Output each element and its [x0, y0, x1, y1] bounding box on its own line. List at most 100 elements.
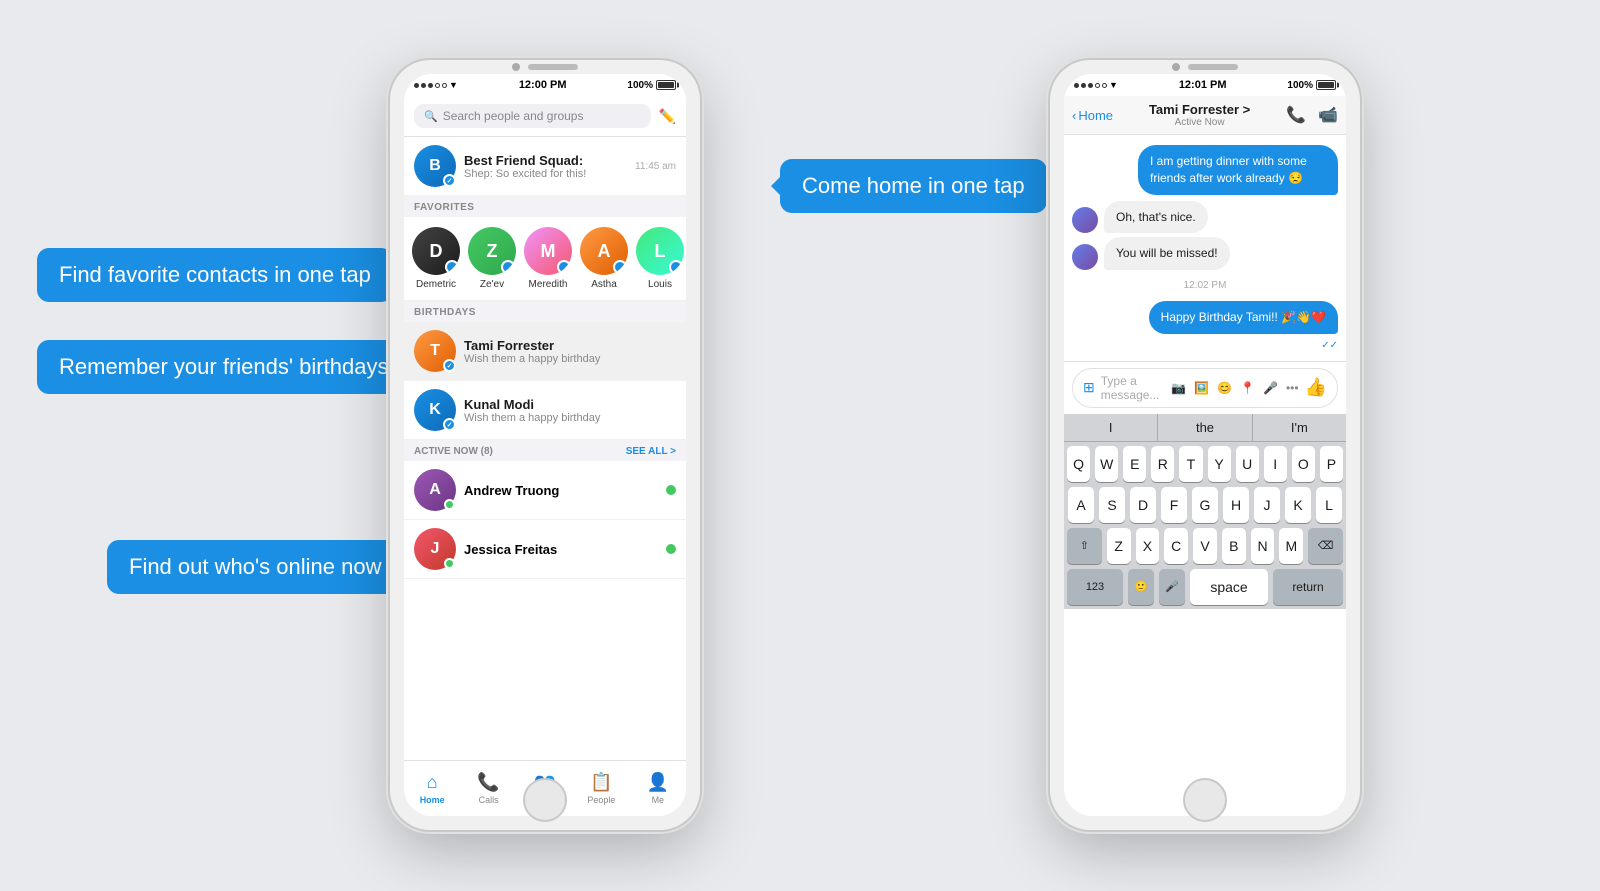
phone-home-button-left[interactable] [523, 778, 567, 822]
fav-item-meredith[interactable]: M Meredith [524, 227, 572, 290]
key-j[interactable]: J [1254, 487, 1280, 523]
birthday-info-kunal: Kunal Modi Wish them a happy birthday [464, 397, 676, 424]
key-mic[interactable]: 🎤 [1159, 569, 1185, 605]
fav-item-louis[interactable]: L Louis [636, 227, 684, 290]
key-n[interactable]: N [1251, 528, 1275, 564]
active-name-jessica: Jessica Freitas [464, 542, 658, 557]
key-return[interactable]: return [1273, 569, 1343, 605]
key-l[interactable]: L [1316, 487, 1342, 523]
apps-icon[interactable]: ⊞ [1083, 379, 1095, 396]
pred-word-im[interactable]: I'm [1253, 414, 1346, 441]
key-t[interactable]: T [1179, 446, 1202, 482]
birthday-item-kunal[interactable]: K ✓ Kunal Modi Wish them a happy birthda… [404, 381, 686, 440]
fav-item-astha[interactable]: A Astha [580, 227, 628, 290]
key-shift[interactable]: ⇧ [1067, 528, 1102, 564]
key-c[interactable]: C [1164, 528, 1188, 564]
call-icon[interactable]: 📞 [1286, 105, 1306, 125]
key-s[interactable]: S [1099, 487, 1125, 523]
fav-item-zeev[interactable]: Z Ze'ev [468, 227, 516, 290]
keyboard: Q W E R T Y U I O P A S D F G H J K L [1064, 442, 1346, 609]
key-z[interactable]: Z [1107, 528, 1131, 564]
phone-right: ▼ 12:01 PM 100% ‹ Home Tami Forrester > … [1050, 60, 1360, 830]
key-w[interactable]: W [1095, 446, 1118, 482]
active-item-jessica[interactable]: J Jessica Freitas [404, 520, 686, 579]
message-input-area[interactable]: ⊞ Type a message... 📷 🖼️ 😊 📍 🎤 ••• 👍 [1064, 361, 1346, 414]
back-label: Home [1078, 108, 1113, 123]
key-f[interactable]: F [1161, 487, 1187, 523]
emoji-icon[interactable]: 😊 [1217, 381, 1232, 395]
search-bar[interactable]: 🔍 Search people and groups ✏️ [404, 96, 686, 137]
video-icon[interactable]: 📹 [1318, 105, 1338, 125]
pred-word-i[interactable]: I [1064, 414, 1158, 441]
search-input[interactable]: 🔍 Search people and groups [414, 104, 651, 128]
fav-avatar-astha: A [580, 227, 628, 275]
fav-badge-zeev [501, 260, 515, 274]
fav-name-meredith: Meredith [529, 279, 568, 290]
image-icon[interactable]: 🖼️ [1194, 381, 1209, 395]
key-h[interactable]: H [1223, 487, 1249, 523]
more-icon[interactable]: ••• [1286, 381, 1299, 395]
phone-screen-right: ▼ 12:01 PM 100% ‹ Home Tami Forrester > … [1064, 74, 1346, 816]
active-avatar-jessica: J [414, 528, 456, 570]
key-m[interactable]: M [1279, 528, 1303, 564]
key-space[interactable]: space [1190, 569, 1268, 605]
fav-badge-astha [613, 260, 627, 274]
section-label-birthdays: BIRTHDAYS [414, 307, 476, 318]
key-a[interactable]: A [1068, 487, 1094, 523]
key-x[interactable]: X [1136, 528, 1160, 564]
favorites-row: D Demetric Z Ze'ev M Meredith [404, 217, 686, 301]
key-r[interactable]: R [1151, 446, 1174, 482]
key-i[interactable]: I [1264, 446, 1287, 482]
chat-item-squad[interactable]: B ✓ Best Friend Squad: Shep: So excited … [404, 137, 686, 196]
key-d[interactable]: D [1130, 487, 1156, 523]
back-button[interactable]: ‹ Home [1072, 108, 1113, 123]
fav-item-demetric[interactable]: D Demetric [412, 227, 460, 290]
birthday-info-tami: Tami Forrester Wish them a happy birthda… [464, 338, 676, 365]
key-b[interactable]: B [1222, 528, 1246, 564]
tab-home[interactable]: ⌂ Home [404, 772, 460, 805]
msg-bubble-incoming-1: Oh, that's nice. [1104, 201, 1208, 234]
see-all-link[interactable]: SEE ALL > [626, 446, 676, 457]
camera-icon[interactable]: 📷 [1171, 381, 1186, 395]
key-p[interactable]: P [1320, 446, 1343, 482]
like-icon[interactable]: 👍 [1305, 377, 1327, 398]
key-123[interactable]: 123 [1067, 569, 1123, 605]
phone-home-button-right[interactable] [1183, 778, 1227, 822]
chat-header: ‹ Home Tami Forrester > Active Now 📞 📹 [1064, 96, 1346, 135]
tab-home-label: Home [420, 795, 445, 805]
signal-dot-5 [442, 83, 447, 88]
status-battery-left: 100% [627, 80, 676, 91]
key-q[interactable]: Q [1067, 446, 1090, 482]
header-contact-name[interactable]: Tami Forrester > [1117, 102, 1282, 117]
birthday-name-tami: Tami Forrester [464, 338, 676, 353]
key-o[interactable]: O [1292, 446, 1315, 482]
signal-dot-4 [435, 83, 440, 88]
phone-speaker [528, 64, 578, 70]
phone-speaker-right [1188, 64, 1238, 70]
message-input-row[interactable]: ⊞ Type a message... 📷 🖼️ 😊 📍 🎤 ••• 👍 [1072, 368, 1338, 408]
key-row-4: 123 🙂 🎤 space return [1067, 569, 1343, 605]
key-delete[interactable]: ⌫ [1308, 528, 1343, 564]
mic-icon[interactable]: 🎤 [1263, 381, 1278, 395]
key-emoji[interactable]: 🙂 [1128, 569, 1154, 605]
pred-word-the[interactable]: the [1158, 414, 1252, 441]
key-y[interactable]: Y [1208, 446, 1231, 482]
msg-avatar-incoming [1072, 207, 1098, 233]
message-placeholder[interactable]: Type a message... [1101, 374, 1165, 402]
active-name-andrew: Andrew Truong [464, 483, 658, 498]
tab-me[interactable]: 👤 Me [630, 772, 686, 805]
key-v[interactable]: V [1193, 528, 1217, 564]
location-icon[interactable]: 📍 [1240, 381, 1255, 395]
key-g[interactable]: G [1192, 487, 1218, 523]
tab-people[interactable]: 📋 People [573, 772, 629, 805]
key-u[interactable]: U [1236, 446, 1259, 482]
birthday-item-tami[interactable]: T ✓ Tami Forrester Wish them a happy bir… [404, 322, 686, 381]
compose-icon[interactable]: ✏️ [659, 108, 676, 125]
key-k[interactable]: K [1285, 487, 1311, 523]
header-actions: 📞 📹 [1286, 105, 1338, 125]
active-item-andrew[interactable]: A Andrew Truong [404, 461, 686, 520]
chat-preview-squad: Shep: So excited for this! [464, 168, 627, 180]
key-e[interactable]: E [1123, 446, 1146, 482]
signal-dot-3 [428, 83, 433, 88]
tab-calls[interactable]: 📞 Calls [460, 772, 516, 805]
